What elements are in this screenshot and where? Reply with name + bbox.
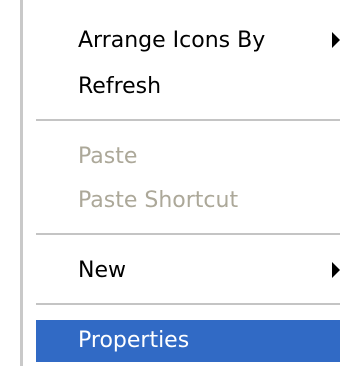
desktop-context-menu: Arrange Icons By Refresh Paste Paste Sho… <box>0 0 340 366</box>
menu-item-arrange-icons-by[interactable]: Arrange Icons By <box>36 20 340 62</box>
menu-left-border <box>20 0 23 366</box>
menu-item-paste-shortcut[interactable]: Paste Shortcut <box>36 180 340 222</box>
menu-item-paste[interactable]: Paste <box>36 136 340 178</box>
submenu-arrow-icon <box>332 262 340 278</box>
menu-item-label: Refresh <box>78 74 162 99</box>
menu-item-new[interactable]: New <box>36 250 340 292</box>
menu-separator <box>36 233 340 235</box>
menu-item-properties[interactable]: Properties <box>36 320 340 362</box>
menu-item-label: Paste Shortcut <box>78 188 239 213</box>
menu-item-label: Properties <box>78 328 190 353</box>
menu-item-label: Arrange Icons By <box>78 28 266 53</box>
menu-separator <box>36 119 340 121</box>
menu-item-label: Paste <box>78 144 138 169</box>
menu-item-refresh[interactable]: Refresh <box>36 66 340 108</box>
menu-item-label: New <box>78 258 126 283</box>
submenu-arrow-icon <box>332 32 340 48</box>
menu-separator <box>36 303 340 305</box>
